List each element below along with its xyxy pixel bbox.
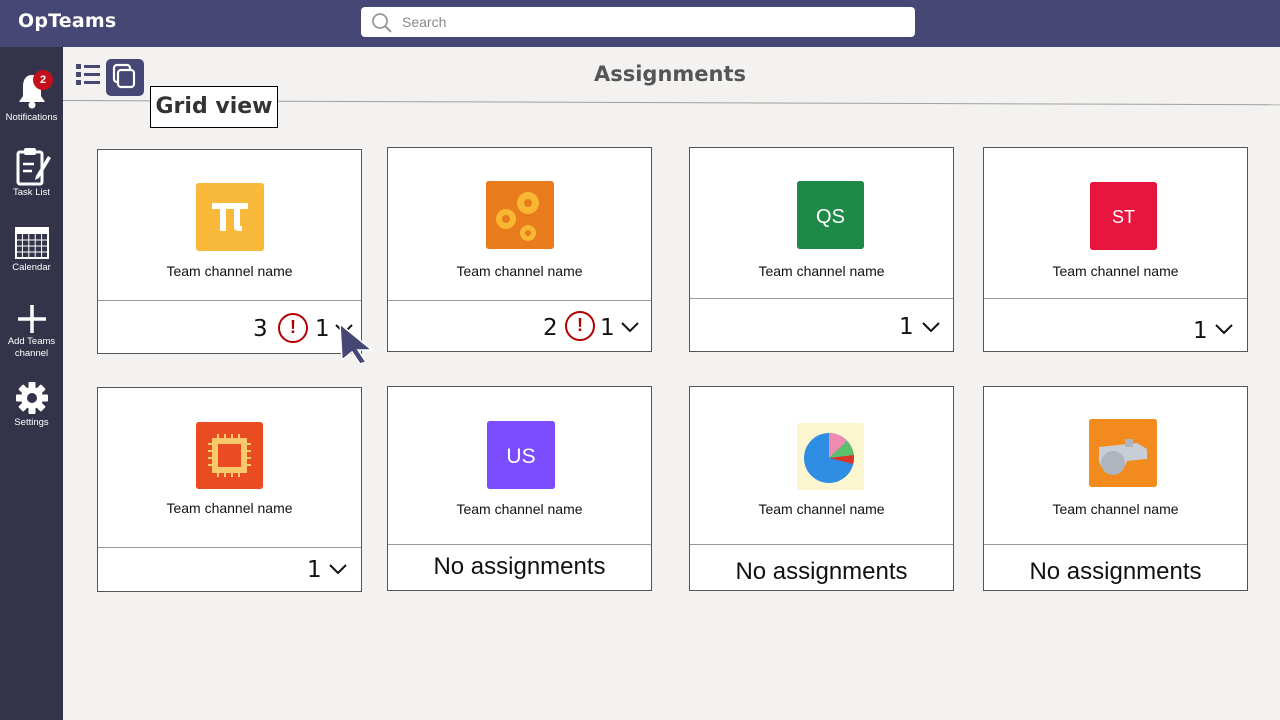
card-divider xyxy=(984,298,1247,299)
assignment-count: 1 xyxy=(899,314,914,340)
search-placeholder: Search xyxy=(402,14,447,30)
circuit-icon xyxy=(196,422,263,489)
mouse-cursor-icon xyxy=(339,322,375,364)
overdue-count: 1 xyxy=(315,316,330,342)
card-divider xyxy=(98,300,361,301)
team-card[interactable]: ST Team channel name 1 xyxy=(983,147,1248,352)
no-assignments-label: No assignments xyxy=(735,558,908,585)
no-assignments-label: No assignments xyxy=(433,553,606,580)
chevron-down-icon[interactable] xyxy=(328,563,348,575)
chevron-down-icon[interactable] xyxy=(921,321,941,333)
sidebar: 2 Notifications Task List Calendar Add T… xyxy=(0,47,63,720)
card-divider xyxy=(690,298,953,299)
svg-text:ST: ST xyxy=(1112,207,1135,227)
card-divider xyxy=(690,544,953,545)
card-title: Team channel name xyxy=(1052,263,1179,279)
list-view-button[interactable] xyxy=(75,62,101,88)
search-input[interactable]: Search xyxy=(361,7,915,37)
sidebar-item-notifications[interactable]: 2 Notifications xyxy=(0,70,63,124)
card-divider xyxy=(984,544,1247,545)
pie-chart-icon xyxy=(797,423,864,490)
team-card[interactable]: QS Team channel name 1 xyxy=(689,147,954,352)
alert-icon: ! xyxy=(565,311,595,341)
card-title: Team channel name xyxy=(456,501,583,517)
sidebar-item-label: Task List xyxy=(13,187,50,198)
st-logo: ST xyxy=(1090,182,1157,250)
card-title: Team channel name xyxy=(758,263,885,279)
assignment-count: 2 xyxy=(543,315,558,341)
assignment-count: 1 xyxy=(1193,318,1208,344)
qs-logo: QS xyxy=(797,181,864,249)
assignment-count: 3 xyxy=(253,316,268,342)
sidebar-item-task-list[interactable]: Task List xyxy=(0,146,63,199)
notification-badge: 2 xyxy=(33,70,53,90)
top-bar: OpTeams Search xyxy=(0,0,1280,47)
svg-text:QS: QS xyxy=(816,206,845,228)
card-title: Team channel name xyxy=(166,263,293,279)
team-card[interactable]: Team channel name No assignments xyxy=(689,386,954,591)
gears-icon xyxy=(486,181,554,249)
sidebar-item-label: Settings xyxy=(14,417,49,428)
grid-view-button[interactable] xyxy=(106,59,144,96)
no-assignments-label: No assignments xyxy=(1029,558,1202,585)
team-card[interactable]: US Team channel name No assignments xyxy=(387,386,652,591)
us-logo: US xyxy=(487,421,555,489)
sidebar-item-settings[interactable]: Settings xyxy=(0,380,63,429)
gear-icon xyxy=(15,382,48,414)
sidebar-item-label: Calendar xyxy=(12,262,51,273)
page-title: Assignments xyxy=(593,62,747,86)
alert-icon: ! xyxy=(278,313,308,343)
card-title: Team channel name xyxy=(166,500,293,516)
card-divider xyxy=(388,300,651,301)
assignment-count: 1 xyxy=(307,557,322,583)
list-icon xyxy=(76,64,100,85)
sidebar-item-label: Add Teams channel xyxy=(7,336,56,359)
team-card[interactable]: Team channel name 2 ! 1 xyxy=(387,147,652,352)
card-title: Team channel name xyxy=(758,501,885,517)
card-title: Team channel name xyxy=(456,263,583,279)
grid-icon xyxy=(112,63,136,89)
grid-view-tooltip: Grid view xyxy=(150,86,278,128)
chevron-down-icon[interactable] xyxy=(1214,323,1234,335)
app-title: OpTeams xyxy=(18,10,117,32)
sidebar-item-label: Notifications xyxy=(5,112,58,123)
card-title: Team channel name xyxy=(1052,501,1179,517)
sidebar-item-calendar[interactable]: Calendar xyxy=(0,225,63,274)
calendar-icon xyxy=(14,227,49,259)
overdue-count: 1 xyxy=(600,315,615,341)
team-card[interactable]: Team channel name No assignments xyxy=(983,386,1248,591)
svg-text:US: US xyxy=(506,445,535,468)
card-divider xyxy=(388,544,651,545)
search-icon xyxy=(372,13,392,33)
plus-icon xyxy=(17,305,46,333)
team-card[interactable]: Team channel name 1 xyxy=(97,387,362,592)
chevron-down-icon[interactable] xyxy=(620,321,640,333)
pi-icon xyxy=(196,183,264,251)
clipboard-icon xyxy=(16,148,51,186)
card-divider xyxy=(98,547,361,548)
team-card[interactable]: Team channel name 3 ! 1 xyxy=(97,149,362,354)
sidebar-item-add-teams-channel[interactable]: Add Teams channel xyxy=(0,303,63,360)
whistle-icon xyxy=(1089,419,1157,487)
